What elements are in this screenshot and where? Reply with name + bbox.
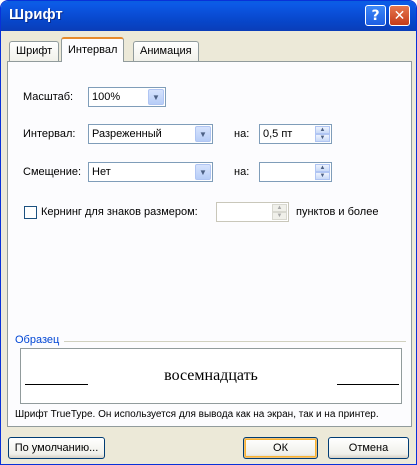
font-info-text: Шрифт TrueType. Он используется для выво… [15,409,379,420]
position-value: Нет [92,166,111,178]
tab-animation-label: Анимация [140,45,192,57]
preview-box: восемнадцать [20,348,402,404]
group-divider [64,341,406,342]
help-icon: ? [371,7,380,24]
window-title: Шрифт [9,6,63,23]
preview-sample-text: восемнадцать [164,367,258,384]
kerning-label: Кернинг для знаков размером: [41,206,198,218]
spin-down-icon[interactable]: ▼ [315,172,330,180]
scale-label: Масштаб: [23,91,74,103]
spin-up-icon[interactable]: ▲ [272,204,287,212]
spacing-combo[interactable]: Разреженный ▼ [88,124,213,144]
tab-font-label: Шрифт [16,45,53,57]
tab-font[interactable]: Шрифт [9,41,60,61]
position-label: Смещение: [23,166,82,178]
spin-down-icon[interactable]: ▼ [272,212,287,220]
position-by-spinner[interactable]: ▲ ▼ [259,162,332,182]
chevron-down-icon[interactable]: ▼ [195,164,211,180]
spacing-by-label: на: [234,128,250,140]
title-bar[interactable]: Шрифт ? ✕ [1,1,416,31]
cancel-button[interactable]: Отмена [328,437,409,459]
position-by-label: на: [234,166,250,178]
set-default-button[interactable]: По умолчанию... [8,437,105,459]
close-icon: ✕ [393,7,406,24]
preview-group-label: Образец [15,334,60,346]
kerning-spinner[interactable]: ▲ ▼ [216,202,289,222]
chevron-down-icon[interactable]: ▼ [148,89,164,105]
font-dialog: Шрифт ? ✕ Шрифт Интервал Анимация Масшта… [0,0,417,465]
scale-combo[interactable]: 100% ▼ [88,87,166,107]
spacing-by-value: 0,5 пт [263,128,293,140]
preview-baseline-right [337,384,399,385]
spin-down-icon[interactable]: ▼ [315,134,330,142]
tab-spacing-label: Интервал [68,44,118,56]
chevron-down-icon[interactable]: ▼ [195,126,211,142]
spacing-panel: Масштаб: 100% ▼ Интервал: Разреженный ▼ … [7,61,412,427]
position-combo[interactable]: Нет ▼ [88,162,213,182]
spin-up-icon[interactable]: ▲ [315,164,330,172]
kerning-checkbox[interactable] [24,206,37,219]
help-button[interactable]: ? [365,5,386,26]
tab-spacing[interactable]: Интервал [61,37,125,62]
tab-animation[interactable]: Анимация [133,41,199,61]
spin-up-icon[interactable]: ▲ [315,126,330,134]
spacing-label: Интервал: [23,128,76,140]
ok-button[interactable]: ОК [243,437,318,459]
kerning-suffix: пунктов и более [296,206,379,218]
scale-value: 100% [92,91,121,103]
spacing-by-spinner[interactable]: 0,5 пт ▲ ▼ [259,124,332,144]
close-button[interactable]: ✕ [389,5,410,26]
spacing-value: Разреженный [92,128,162,140]
